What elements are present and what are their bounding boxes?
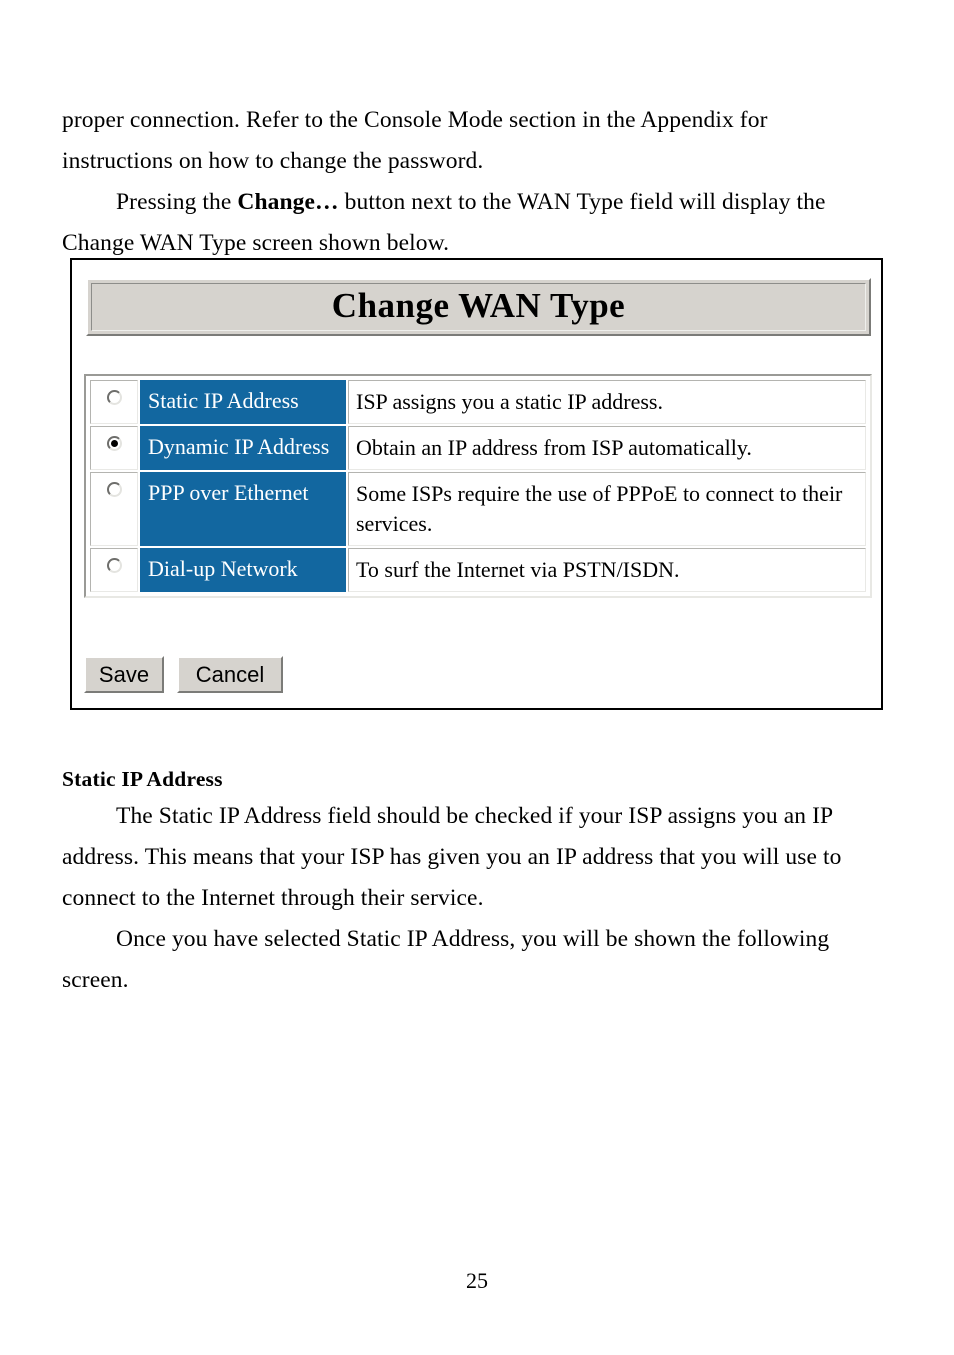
body-text-bottom: Static IP Address The Static IP Address … — [62, 762, 877, 1001]
wan-type-label-text: Dial-up Network — [148, 556, 298, 581]
page-number: 25 — [466, 1268, 488, 1293]
wan-type-label-ppp-over-ethernet[interactable]: PPP over Ethernet — [140, 472, 346, 546]
body-text-top: proper connection. Refer to the Console … — [62, 100, 877, 264]
save-button[interactable]: Save — [84, 656, 164, 693]
paragraph-intro: proper connection. Refer to the Console … — [62, 100, 877, 182]
page-title: Change WAN Type — [331, 286, 626, 325]
wan-type-options-table: Static IP Address ISP assigns you a stat… — [88, 378, 868, 594]
paragraph-next-screen: Once you have selected Static IP Address… — [62, 919, 877, 1001]
table-row[interactable]: Dial-up Network To surf the Internet via… — [90, 548, 866, 592]
wan-type-label-dynamic-ip-address[interactable]: Dynamic IP Address — [140, 426, 346, 470]
paragraph-change-run-1: Pressing the — [116, 189, 238, 215]
table-row[interactable]: Dynamic IP Address Obtain an IP address … — [90, 426, 866, 470]
section-heading-static-ip-address: Static IP Address — [62, 767, 223, 791]
wan-type-radio-cell-static-ip-address[interactable] — [90, 380, 138, 424]
table-row[interactable]: PPP over Ethernet Some ISPs require the … — [90, 472, 866, 546]
radio-button-dial-up-network[interactable] — [106, 558, 122, 573]
paragraph-static-ip-explanation: The Static IP Address field should be ch… — [62, 796, 877, 919]
wan-type-label-static-ip-address[interactable]: Static IP Address — [140, 380, 346, 424]
wan-type-description-static-ip-address: ISP assigns you a static IP address. — [348, 380, 866, 424]
wan-type-description-ppp-over-ethernet: Some ISPs require the use of PPPoE to co… — [348, 472, 866, 546]
radio-button-dynamic-ip-address[interactable] — [106, 436, 122, 451]
wan-type-label-text: Static IP Address — [148, 388, 299, 413]
change-wan-type-figure: Change WAN Type Static IP Address ISP as… — [70, 258, 883, 710]
paragraph-intro-text: proper connection. Refer to the Console … — [62, 107, 768, 174]
radio-button-ppp-over-ethernet[interactable] — [106, 482, 122, 497]
wan-type-description-dynamic-ip-address: Obtain an IP address from ISP automatica… — [348, 426, 866, 470]
table-row[interactable]: Static IP Address ISP assigns you a stat… — [90, 380, 866, 424]
wan-type-description-dial-up-network: To surf the Internet via PSTN/ISDN. — [348, 548, 866, 592]
wan-type-description-text: To surf the Internet via PSTN/ISDN. — [356, 557, 680, 582]
radio-button-static-ip-address[interactable] — [106, 390, 122, 405]
paragraph-static-ip-text: The Static IP Address field should be ch… — [62, 803, 842, 911]
change-wan-type-banner-inner: Change WAN Type — [91, 283, 866, 331]
wan-type-description-text: Some ISPs require the use of PPPoE to co… — [356, 481, 843, 536]
wan-type-radio-cell-dial-up-network[interactable] — [90, 548, 138, 592]
wan-type-description-text: ISP assigns you a static IP address. — [356, 389, 663, 414]
wan-type-label-text: PPP over Ethernet — [148, 480, 309, 505]
paragraph-change-button: Pressing the Change… button next to the … — [62, 182, 877, 264]
cancel-button[interactable]: Cancel — [177, 656, 283, 693]
document-page: proper connection. Refer to the Console … — [0, 0, 954, 1355]
wan-type-description-text: Obtain an IP address from ISP automatica… — [356, 435, 752, 460]
wan-type-label-dial-up-network[interactable]: Dial-up Network — [140, 548, 346, 592]
paragraph-next-screen-text: Once you have selected Static IP Address… — [62, 926, 830, 993]
figure-button-row: Save Cancel — [84, 656, 283, 693]
change-button-reference: Change… — [237, 189, 339, 215]
wan-type-options-panel: Static IP Address ISP assigns you a stat… — [84, 374, 872, 598]
wan-type-radio-cell-dynamic-ip-address[interactable] — [90, 426, 138, 470]
wan-type-label-text: Dynamic IP Address — [148, 434, 330, 459]
change-wan-type-banner: Change WAN Type — [86, 278, 871, 336]
wan-type-radio-cell-ppp-over-ethernet[interactable] — [90, 472, 138, 546]
